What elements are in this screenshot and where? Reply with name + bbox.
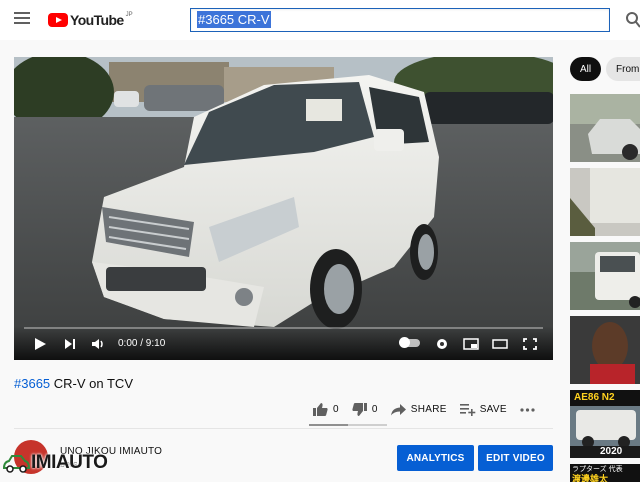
dislike-count: 0 <box>371 403 378 415</box>
progress-bar[interactable] <box>24 327 543 329</box>
search-input[interactable]: #3665 CR-V <box>190 8 610 32</box>
search-input-value: #3665 CR-V <box>197 11 271 28</box>
edit-video-button[interactable]: EDIT VIDEO <box>478 445 553 471</box>
sentiment-bar <box>309 424 387 426</box>
video-title: #3665 CR-V on TCV <box>14 376 133 391</box>
more-horizontal-icon <box>520 407 535 412</box>
time-display: 0:00 / 9:10 <box>118 338 166 349</box>
imiauto-watermark: IMIAUTO <box>2 452 108 474</box>
more-actions-button[interactable] <box>519 402 540 417</box>
share-label: SHARE <box>410 403 447 415</box>
like-count: 0 <box>333 403 339 415</box>
thumbnail-text: 渡邊雄太 <box>572 474 609 482</box>
play-logo-icon <box>48 13 68 27</box>
miniplayer-icon[interactable] <box>463 337 479 351</box>
related-video-thumbnail[interactable]: ラプターズ 代表 渡邊雄太 <box>570 464 640 482</box>
related-video-thumbnail[interactable] <box>570 316 640 384</box>
top-bar: YouTube JP #3665 CR-V <box>0 0 640 40</box>
thumbs-down-icon <box>352 402 367 416</box>
thumbnail-text: 2020 <box>600 446 623 457</box>
watermark-text: IMIAUTO <box>31 452 108 473</box>
video-actions: 0 0 SHARE SAVE <box>312 400 552 418</box>
share-button[interactable]: SHARE <box>390 402 447 417</box>
search-icon[interactable] <box>624 10 640 30</box>
next-icon[interactable] <box>62 337 78 351</box>
logo-wordmark: YouTube <box>70 12 124 28</box>
theater-mode-icon[interactable] <box>492 337 508 351</box>
thumbs-up-icon <box>313 402 328 416</box>
filter-chip-all[interactable]: All <box>570 57 602 81</box>
like-button[interactable]: 0 <box>312 402 339 417</box>
related-video-thumbnail[interactable]: AE86 N2 2020 <box>570 390 640 458</box>
video-hashtag[interactable]: #3665 <box>14 376 50 391</box>
fullscreen-icon[interactable] <box>522 337 538 351</box>
save-button[interactable]: SAVE <box>459 402 507 417</box>
volume-icon[interactable] <box>90 337 106 351</box>
play-icon[interactable] <box>32 337 48 351</box>
autoplay-toggle[interactable] <box>399 337 420 348</box>
related-video-thumbnail[interactable] <box>570 168 640 236</box>
thumbnail-text: AE86 N2 <box>574 392 615 403</box>
video-title-text: CR-V on TCV <box>50 376 133 391</box>
related-video-thumbnail[interactable] <box>570 242 640 310</box>
hamburger-menu-icon[interactable] <box>14 12 30 26</box>
youtube-logo[interactable]: YouTube JP <box>48 11 133 29</box>
player-controls: 0:00 / 9:10 <box>14 326 553 360</box>
share-arrow-icon <box>390 403 406 415</box>
video-frame <box>14 57 553 360</box>
save-label: SAVE <box>479 403 507 415</box>
analytics-button[interactable]: ANALYTICS <box>397 445 474 471</box>
playlist-add-icon <box>459 403 476 416</box>
dislike-button[interactable]: 0 <box>351 402 378 417</box>
video-player[interactable]: 0:00 / 9:10 <box>14 57 553 360</box>
related-video-thumbnail[interactable] <box>570 94 640 162</box>
settings-gear-icon[interactable] <box>434 337 450 351</box>
divider <box>14 428 553 429</box>
logo-region: JP <box>125 12 133 18</box>
car-logo-icon <box>2 455 30 473</box>
filter-chip-from[interactable]: From <box>606 57 640 81</box>
